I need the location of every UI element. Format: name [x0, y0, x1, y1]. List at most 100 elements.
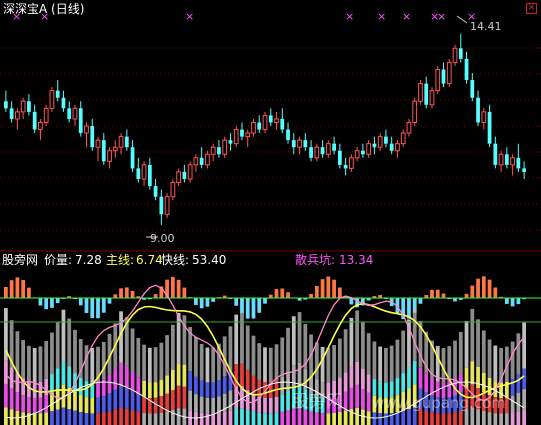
indicator-bar-segment: [458, 331, 463, 374]
candle-body: [84, 125, 89, 134]
indicator-bar-segment: [395, 339, 400, 379]
indicator-bar-segment: [297, 312, 302, 363]
watermark-en: www.gupang.com: [372, 394, 506, 412]
indicator-bar-segment: [280, 411, 285, 425]
indicator-bar-segment: [228, 390, 233, 411]
indicator-bar-segment: [90, 347, 95, 383]
candle-body: [159, 196, 164, 215]
indicator-bar-segment: [349, 387, 354, 409]
indicator-top-bar: [487, 279, 492, 298]
indicator-bar-segment: [38, 413, 43, 425]
indicator-bar-segment: [165, 335, 169, 376]
indicator-top-bar: [78, 298, 83, 306]
indicator-bar-segment: [516, 333, 521, 375]
settings-icon[interactable]: ✕: [526, 3, 537, 14]
indicator-bar-segment: [424, 411, 429, 425]
indicator-top-bar: [314, 286, 319, 298]
indicator-bar-segment: [297, 362, 302, 386]
indicator-bar-segment: [361, 368, 365, 390]
indicator-bar-segment: [153, 347, 158, 383]
candle-body: [78, 108, 83, 134]
candle-body: [136, 168, 141, 179]
indicator-bar-segment: [142, 412, 146, 425]
indicator-bar-segment: [176, 408, 181, 425]
indicator-bar-segment: [435, 413, 440, 425]
candle-body: [354, 150, 360, 159]
indicator-bar-segment: [170, 324, 175, 370]
main-value: 6.74: [136, 253, 163, 267]
candle-body: [233, 129, 239, 145]
candle-body: [43, 107, 49, 123]
indicator-bar-segment: [90, 398, 95, 414]
indicator-top-bar: [101, 298, 106, 313]
candle-body: [498, 153, 504, 166]
indicator-bar-segment: [268, 413, 273, 425]
signal-marker: ×: [377, 10, 386, 23]
indicator-bar-segment: [21, 395, 26, 413]
indicator-bar-segment: [194, 336, 198, 377]
indicator-top-bar: [153, 294, 158, 298]
candle-body: [303, 140, 308, 148]
indicator-bar-segment: [50, 411, 54, 425]
indicator-bar-segment: [61, 309, 66, 362]
candle-body: [516, 157, 521, 169]
indicator-top-bar: [107, 298, 112, 304]
indicator-bar-segment: [176, 385, 181, 409]
indicator-bar-segment: [84, 413, 89, 425]
indicator-bar-segment: [61, 361, 66, 385]
indicator-top-bar: [21, 280, 26, 298]
watermark: 股旁网 www.gupang.com: [292, 392, 506, 412]
price-annotations: 14.41 9.00: [146, 15, 502, 245]
indicator-bar-segment: [73, 329, 77, 373]
indicator-bar-segment: [205, 413, 210, 425]
indicator-top-bar: [441, 293, 446, 298]
low-annotation: 9.00: [150, 232, 175, 245]
indicator-bar-segment: [217, 396, 221, 413]
indicator-top-bar: [274, 289, 279, 298]
indicator-bar-segment: [366, 374, 371, 393]
fast-label: 快线:: [161, 253, 190, 267]
indicator-bar-segment: [222, 411, 227, 425]
indicator-top-bar: [280, 288, 285, 298]
candle-body: [297, 139, 302, 148]
high-annotation: 14.41: [470, 20, 502, 33]
candle-body: [61, 97, 66, 109]
indicator-bar-segment: [21, 340, 26, 379]
indicator-bar-segment: [101, 395, 106, 413]
indicator-bar-segment: [182, 364, 187, 387]
indicator-bar-segment: [78, 377, 83, 395]
indicator-bar-segment: [32, 398, 37, 414]
indicator-bar-segment: [314, 342, 319, 380]
indicator-bar-segment: [9, 388, 14, 410]
indicator-bar-segment: [50, 332, 54, 375]
indicator-bar-segment: [194, 376, 198, 395]
indicator-bar-segment: [27, 345, 31, 382]
indicator-bar-segment: [280, 337, 285, 377]
chart-title: 深深宝A (日线): [3, 2, 85, 16]
indicator-bar-segment: [268, 397, 273, 414]
indicator-top-bar: [337, 287, 342, 298]
price-grid: [0, 47, 541, 231]
candle-body: [343, 164, 348, 169]
indicator-bar-segment: [274, 412, 279, 425]
indicator-bar-segment: [418, 367, 423, 389]
indicator-bar-segment: [211, 347, 216, 383]
indicator-bar-segment: [205, 382, 210, 398]
candle-body: [20, 100, 26, 113]
indicator-bar-segment: [199, 343, 204, 381]
indicator-bar-segment: [343, 391, 348, 411]
indicator-bar-segment: [447, 413, 452, 425]
indicator-top-bar: [96, 298, 100, 319]
candle-body: [38, 121, 43, 131]
candle-body: [424, 83, 429, 105]
indicator-bar-segment: [286, 390, 290, 411]
indicator-bar-segment: [55, 321, 60, 369]
candle-body: [522, 168, 526, 172]
indicator-bar-segment: [326, 413, 331, 425]
indicator-bar-segment: [470, 308, 475, 362]
indicator-bar-segment: [280, 394, 285, 412]
indicator-bar-segment: [320, 346, 325, 383]
indicator-bar-segment: [228, 410, 233, 425]
indicator-bar-segment: [55, 388, 60, 410]
indicator-bar-segment: [119, 362, 123, 386]
